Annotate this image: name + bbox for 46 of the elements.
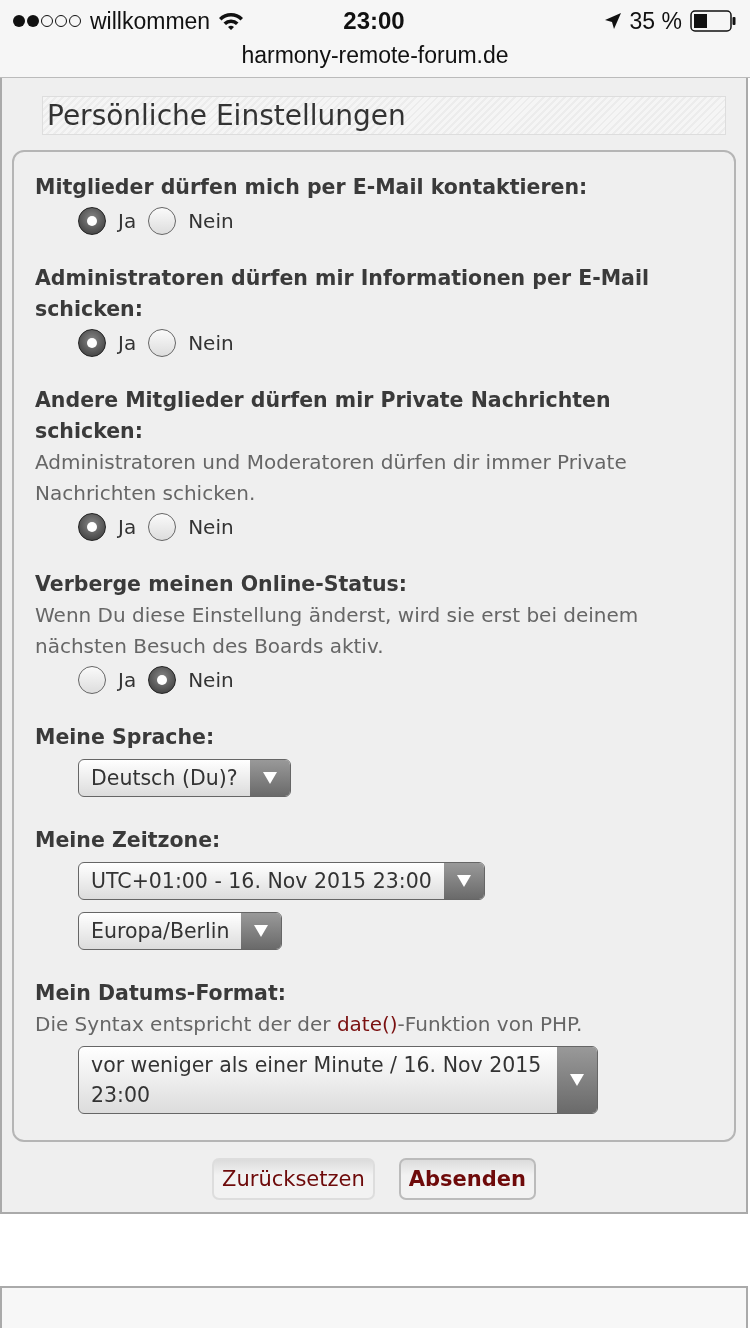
- caret-icon: [570, 1074, 584, 1086]
- wifi-icon: [218, 11, 245, 31]
- radio-button[interactable]: [78, 329, 106, 357]
- location-arrow-icon: [603, 12, 622, 30]
- battery-percent: 35 %: [629, 7, 682, 35]
- setting-description: Administratoren und Moderatoren dürfen dir immer Private Nachrichten schicken.: [35, 449, 628, 507]
- date-function-link[interactable]: date(): [336, 1012, 398, 1036]
- setting-label: Administratoren dürfen mir Informationen per E-Mail schicken:: [35, 265, 650, 323]
- setting-description: Wenn Du diese Einstellung änderst, wird sie erst bei deinem nächsten Besuch des Boards aktiv.: [35, 602, 640, 660]
- submit-button[interactable]: Absenden: [398, 1158, 536, 1200]
- radio-label: Nein: [188, 515, 234, 539]
- clock-time: 23:00: [343, 7, 405, 35]
- radio-label: Nein: [188, 209, 234, 233]
- setting-description: Die Syntax entspricht der der date()-Funktion von PHP.: [35, 1011, 584, 1038]
- radio-label: Nein: [188, 668, 234, 692]
- dropdown[interactable]: Deutsch (Du)?: [78, 759, 291, 797]
- setting-label: Verberge meinen Online-Status:: [35, 571, 408, 598]
- radio-label: Ja: [118, 515, 137, 539]
- radio-button[interactable]: [78, 513, 106, 541]
- setting-label: Andere Mitglieder dürfen mir Private Nachrichten schicken:: [35, 387, 612, 445]
- dropdown[interactable]: vor weniger als einer Minute / 16. Nov 2015 23:00: [78, 1046, 598, 1114]
- battery-icon: [690, 10, 736, 32]
- radio-label: Ja: [118, 331, 137, 355]
- radio-label: Nein: [188, 331, 234, 355]
- section-title: Persönliche Einstellungen: [42, 96, 726, 135]
- caret-icon: [254, 925, 269, 937]
- dropdown[interactable]: Europa/Berlin: [78, 912, 283, 950]
- signal-icon: [12, 14, 82, 28]
- setting-label: Mitglieder dürfen mich per E-Mail kontaktieren:: [35, 174, 589, 201]
- caret-icon: [262, 772, 277, 784]
- setting-label: Meine Zeitzone:: [35, 827, 222, 854]
- radio-button[interactable]: [148, 513, 177, 541]
- caret-icon: [456, 875, 471, 887]
- dropdown[interactable]: UTC+01:00 - 16. Nov 2015 23:00: [78, 862, 485, 900]
- radio-button[interactable]: [78, 207, 106, 235]
- radio-button[interactable]: [148, 207, 177, 235]
- radio-label: Ja: [118, 668, 137, 692]
- url-text: harmony-remote-forum.de: [240, 42, 510, 69]
- radio-label: Ja: [118, 209, 137, 233]
- radio-button[interactable]: [78, 666, 106, 694]
- setting-label: Meine Sprache:: [35, 724, 216, 751]
- setting-label: Mein Datums-Format:: [35, 980, 287, 1007]
- reset-button[interactable]: Zurücksetzen: [212, 1158, 375, 1200]
- radio-button[interactable]: [148, 666, 177, 694]
- carrier-name: willkommen: [90, 7, 211, 35]
- radio-button[interactable]: [148, 329, 177, 357]
